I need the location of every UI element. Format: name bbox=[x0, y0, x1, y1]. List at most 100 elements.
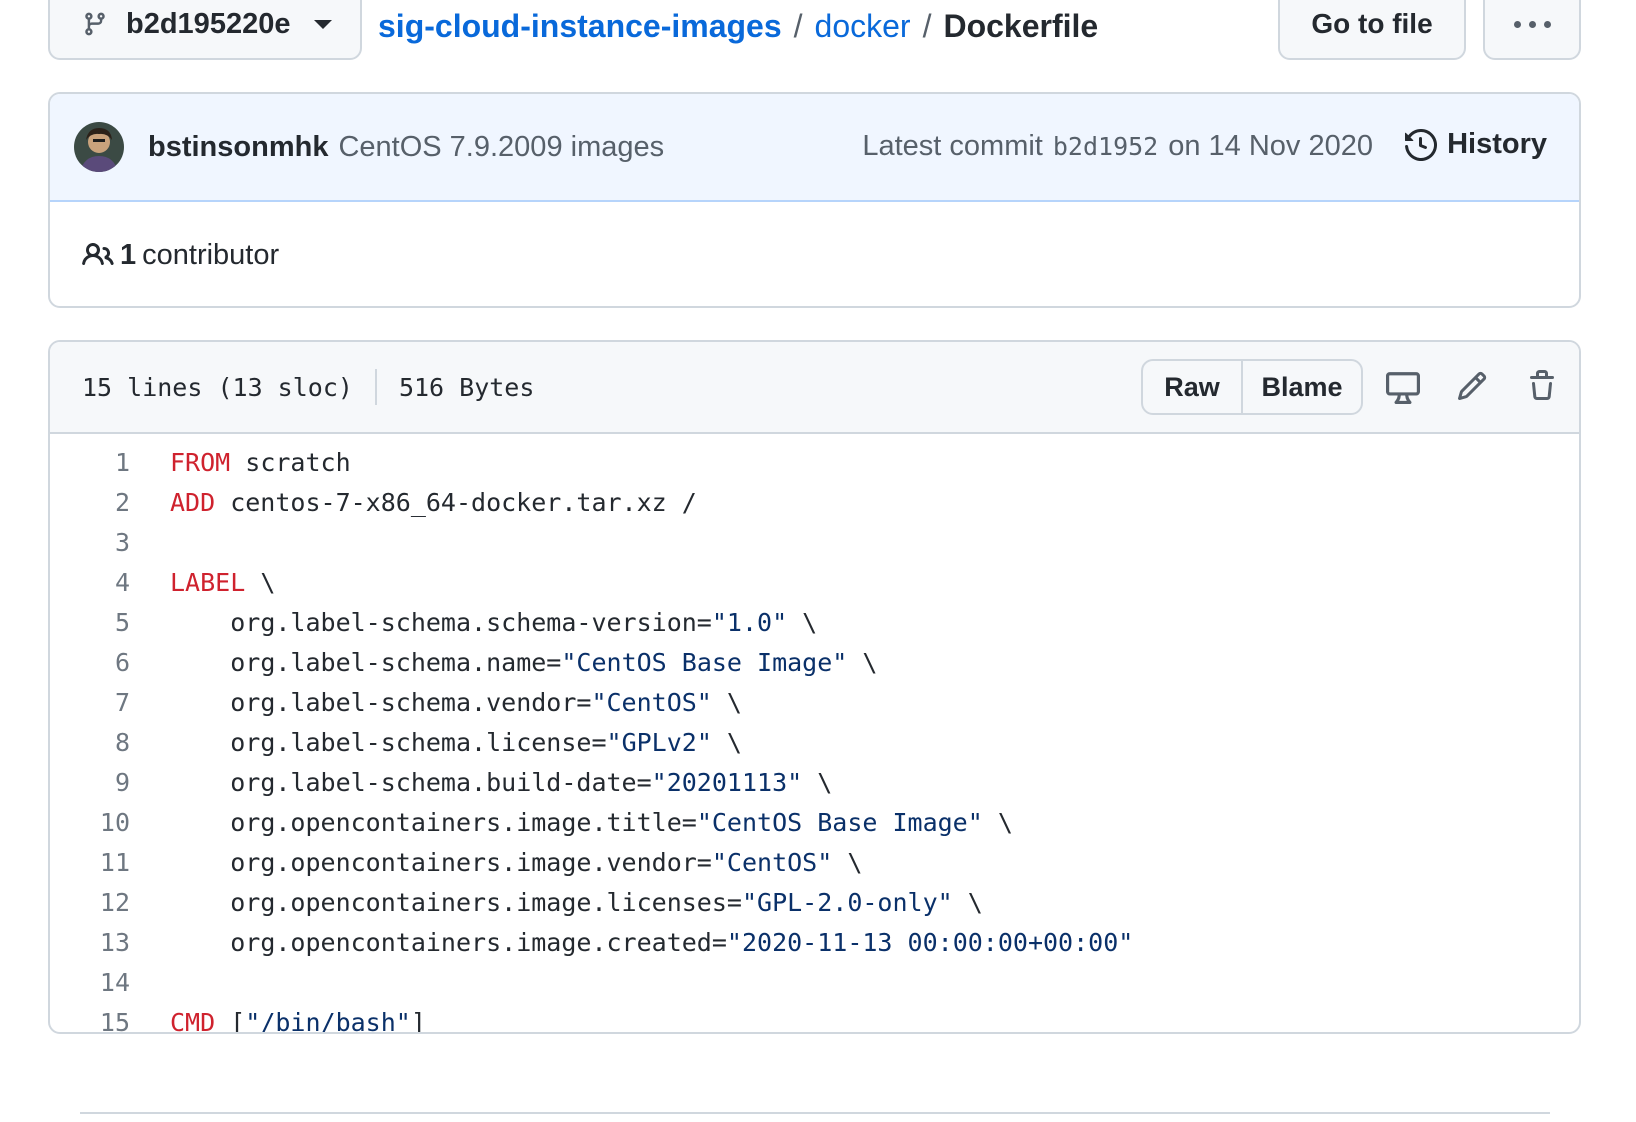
line-number[interactable]: 5 bbox=[50, 608, 130, 637]
code-content: org.label-schema.vendor="CentOS" \ bbox=[130, 688, 742, 717]
latest-commit-label: Latest commit bbox=[862, 130, 1043, 162]
line-number[interactable]: 14 bbox=[50, 968, 130, 997]
code-token-text: org.label-schema.vendor= bbox=[230, 687, 592, 717]
code-content: org.opencontainers.image.created="2020-1… bbox=[130, 928, 1133, 957]
line-number[interactable]: 13 bbox=[50, 928, 130, 957]
history-link[interactable]: History bbox=[1405, 128, 1547, 161]
code-content: org.label-schema.build-date="20201113" \ bbox=[130, 768, 832, 797]
branch-select-button[interactable]: b2d195220e bbox=[48, 0, 362, 60]
kebab-horizontal-icon bbox=[1513, 20, 1521, 28]
avatar[interactable] bbox=[74, 122, 124, 172]
code-line: 8 org.label-schema.license="GPLv2" \ bbox=[50, 722, 1579, 762]
line-number[interactable]: 1 bbox=[50, 448, 130, 477]
line-number[interactable]: 7 bbox=[50, 688, 130, 717]
code-token-text: scratch bbox=[230, 447, 351, 477]
code-view: 1 FROM scratch 2 ADD centos-7-x86_64-docker… bbox=[50, 434, 1579, 1034]
desktop-icon[interactable] bbox=[1386, 370, 1420, 404]
code-token-text: org.opencontainers.image.vendor= bbox=[230, 847, 712, 877]
code-token-text: [ bbox=[215, 1007, 246, 1034]
raw-button[interactable]: Raw bbox=[1143, 361, 1243, 413]
commit-meta: Latest commit b2d1952 on 14 Nov 2020 bbox=[862, 130, 1373, 163]
more-options-button[interactable] bbox=[1483, 0, 1581, 60]
go-to-file-button[interactable]: Go to file bbox=[1278, 0, 1466, 60]
code-token-indent bbox=[170, 808, 230, 837]
commit-date: on 14 Nov 2020 bbox=[1168, 130, 1373, 162]
blame-button[interactable]: Blame bbox=[1243, 361, 1361, 413]
code-token-tail: ] bbox=[410, 1007, 426, 1034]
line-number[interactable]: 2 bbox=[50, 488, 130, 517]
code-content: org.opencontainers.image.vendor="CentOS"… bbox=[130, 848, 862, 877]
file-view-button-group: Raw Blame bbox=[1141, 359, 1363, 415]
code-line: 10 org.opencontainers.image.title="CentO… bbox=[50, 802, 1579, 842]
breadcrumb-file-name: Dockerfile bbox=[943, 8, 1099, 44]
code-token-str: "CentOS" bbox=[711, 847, 833, 877]
code-token-kw: ADD bbox=[170, 487, 216, 517]
avatar-image bbox=[74, 122, 124, 172]
line-number[interactable]: 15 bbox=[50, 1008, 130, 1033]
code-token-indent bbox=[170, 648, 230, 677]
line-number[interactable]: 8 bbox=[50, 728, 130, 757]
code-token-tail: \ bbox=[982, 807, 1013, 837]
file-size: 516 Bytes bbox=[398, 372, 535, 402]
code-content: FROM scratch bbox=[130, 448, 351, 477]
code-token-tail: \ bbox=[847, 647, 878, 677]
line-number[interactable]: 3 bbox=[50, 528, 130, 557]
code-line: 4 LABEL \ bbox=[50, 562, 1579, 602]
commit-message-link[interactable]: CentOS 7.9.2009 images bbox=[338, 131, 664, 164]
line-number[interactable]: 12 bbox=[50, 888, 130, 917]
breadcrumb-dir-link[interactable]: docker bbox=[815, 8, 911, 45]
file-info-divider bbox=[374, 369, 377, 405]
line-number[interactable]: 10 bbox=[50, 808, 130, 837]
code-token-indent bbox=[170, 888, 230, 917]
branch-name: b2d195220e bbox=[126, 7, 291, 40]
code-content: CMD ["/bin/bash"] bbox=[130, 1007, 426, 1034]
trash-icon[interactable] bbox=[1526, 370, 1558, 402]
code-token-str: "GPLv2" bbox=[606, 727, 712, 757]
commit-header: bstinsonmhk CentOS 7.9.2009 images Lates… bbox=[50, 94, 1579, 202]
people-icon bbox=[82, 242, 114, 266]
contributor-label: contributor bbox=[142, 238, 280, 271]
code-token-str: "GPL-2.0-only" bbox=[741, 887, 953, 917]
line-number[interactable]: 11 bbox=[50, 848, 130, 877]
code-token-text: \ bbox=[245, 567, 276, 597]
breadcrumb-repo-link[interactable]: sig-cloud-instance-images bbox=[378, 8, 782, 45]
code-token-text: org.label-schema.schema-version= bbox=[230, 607, 712, 637]
file-viewer: 15 lines (13 sloc) 516 Bytes Raw Blame 1… bbox=[48, 340, 1581, 1034]
code-token-text: org.label-schema.build-date= bbox=[230, 767, 652, 797]
code-line: 2 ADD centos-7-x86_64-docker.tar.xz / bbox=[50, 482, 1579, 522]
code-content: org.label-schema.schema-version="1.0" \ bbox=[130, 608, 817, 637]
file-header: 15 lines (13 sloc) 516 Bytes Raw Blame bbox=[50, 342, 1579, 434]
history-label: History bbox=[1447, 128, 1547, 160]
code-line: 3 bbox=[50, 522, 1579, 562]
line-number[interactable]: 9 bbox=[50, 768, 130, 797]
code-line: 13 org.opencontainers.image.created="202… bbox=[50, 922, 1579, 962]
code-token-indent bbox=[170, 768, 230, 797]
code-token-str: "CentOS Base Image" bbox=[696, 807, 983, 837]
code-token-indent bbox=[170, 608, 230, 637]
code-line: 14 bbox=[50, 962, 1579, 1002]
line-number[interactable]: 6 bbox=[50, 648, 130, 677]
code-token-indent bbox=[170, 728, 230, 757]
contributors-row[interactable]: 1 contributor bbox=[50, 202, 1579, 306]
code-token-text: org.label-schema.license= bbox=[230, 727, 607, 757]
line-number[interactable]: 4 bbox=[50, 568, 130, 597]
pencil-icon[interactable] bbox=[1456, 370, 1488, 402]
code-content: org.opencontainers.image.licenses="GPL-2… bbox=[130, 888, 983, 917]
code-token-str: "/bin/bash" bbox=[245, 1007, 411, 1034]
code-content: org.label-schema.license="GPLv2" \ bbox=[130, 728, 742, 757]
breadcrumb: sig-cloud-instance-images / docker / Doc… bbox=[378, 8, 1098, 45]
history-icon bbox=[1405, 128, 1438, 161]
code-token-tail: \ bbox=[711, 687, 742, 717]
git-branch-icon bbox=[85, 12, 105, 36]
code-token-text: org.label-schema.name= bbox=[230, 647, 562, 677]
code-token-indent bbox=[170, 928, 230, 957]
footer-divider bbox=[80, 1112, 1550, 1114]
code-content: org.opencontainers.image.title="CentOS B… bbox=[130, 808, 1013, 837]
code-token-str: "CentOS Base Image" bbox=[561, 647, 848, 677]
code-token-str: "CentOS" bbox=[591, 687, 712, 717]
code-token-tail: \ bbox=[787, 607, 818, 637]
commit-sha-link[interactable]: b2d1952 bbox=[1053, 132, 1158, 161]
commit-author-link[interactable]: bstinsonmhk bbox=[148, 131, 328, 164]
code-line: 1 FROM scratch bbox=[50, 442, 1579, 482]
code-line: 7 org.label-schema.vendor="CentOS" \ bbox=[50, 682, 1579, 722]
